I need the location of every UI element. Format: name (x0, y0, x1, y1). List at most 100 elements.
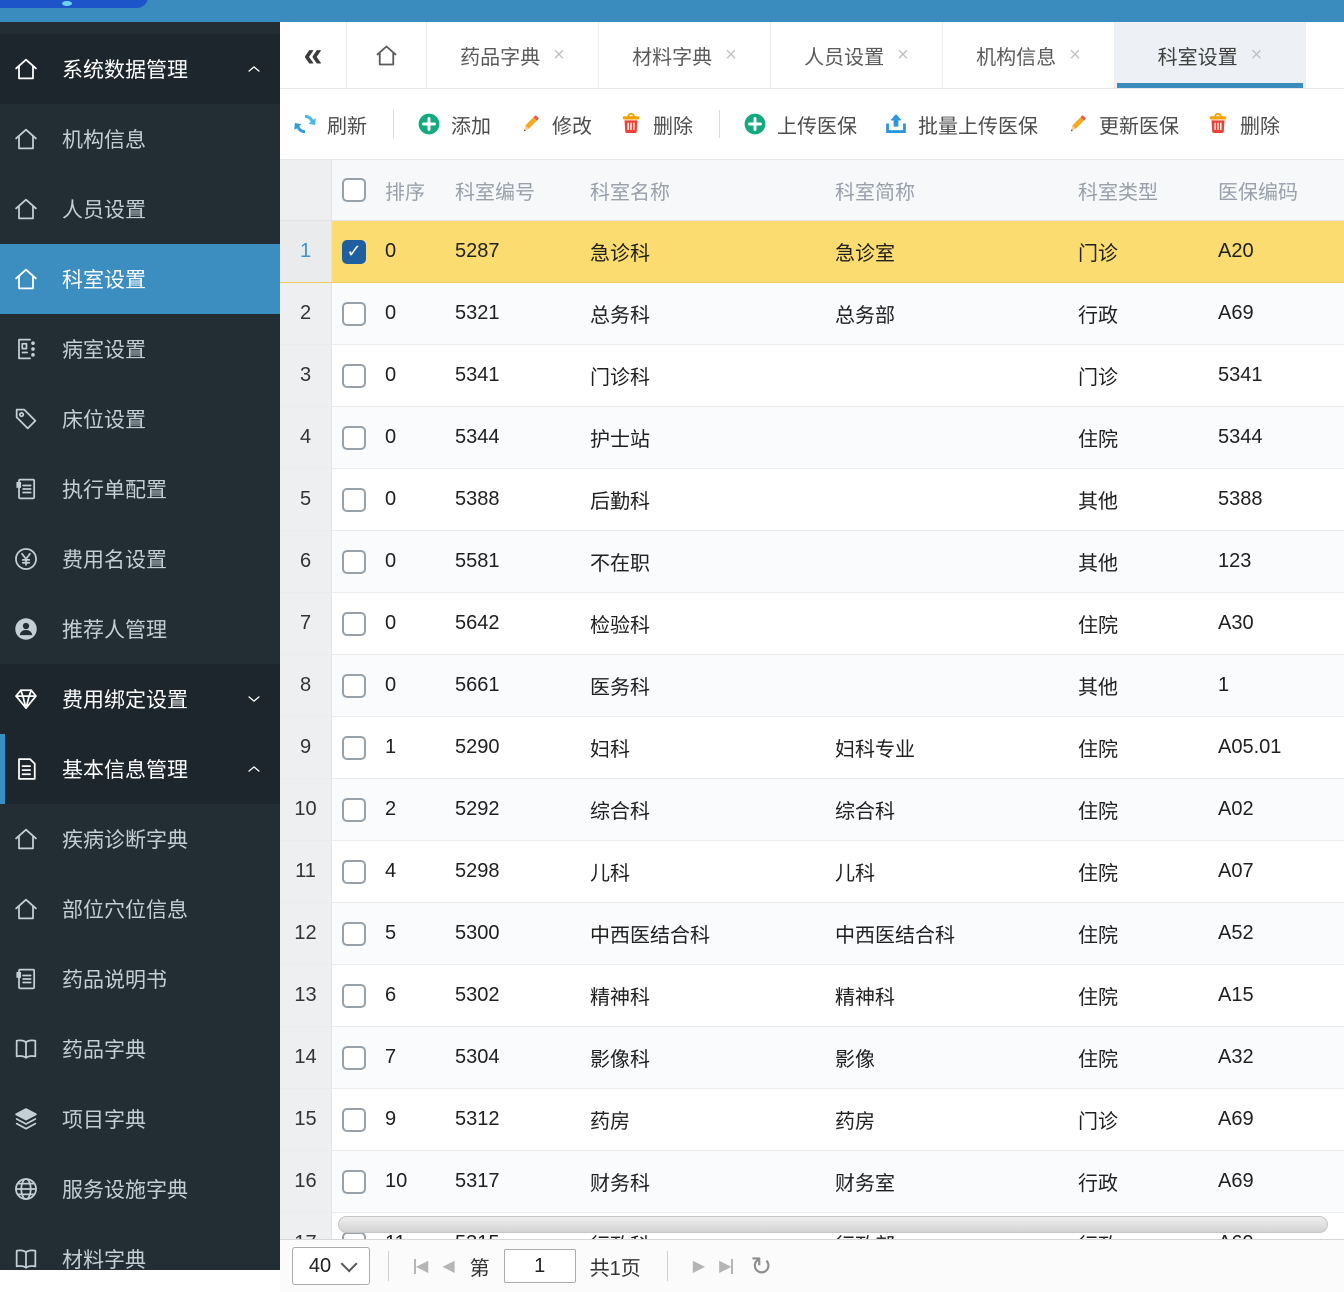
sidebar-item[interactable]: 科室设置 (0, 244, 280, 314)
row-checkbox[interactable] (342, 798, 366, 822)
first-page-button[interactable]: ◀ (414, 1256, 428, 1276)
sidebar-item[interactable]: 机构信息 (0, 104, 280, 174)
page-size-select[interactable]: 40 (292, 1247, 370, 1285)
row-checkbox[interactable] (342, 1046, 366, 1070)
table-row[interactable]: 1025292综合科综合科住院A02 (280, 779, 1344, 841)
toolbar-button[interactable]: 更新医保 (1064, 110, 1179, 139)
cell-type: 行政 (1078, 1167, 1218, 1196)
table-row[interactable]: 205321总务科总务部行政A69 (280, 283, 1344, 345)
toolbar-button[interactable]: 批量上传医保 (883, 110, 1038, 139)
sidebar-item[interactable]: 部位穴位信息 (0, 874, 280, 944)
cell-code: 5317 (455, 1170, 590, 1193)
column-header[interactable]: 科室简称 (835, 176, 1078, 205)
tab-item[interactable]: 人员设置× (771, 22, 943, 88)
cell-ins: A20 (1218, 240, 1344, 263)
chevron-up-icon (244, 759, 264, 779)
table-row[interactable]: 705642检验科住院A30 (280, 593, 1344, 655)
sidebar-item[interactable]: 推荐人管理 (0, 594, 280, 664)
column-header[interactable]: 排序 (385, 176, 455, 205)
sidebar-item[interactable]: 材料字典 (0, 1224, 280, 1270)
row-checkbox[interactable] (342, 550, 366, 574)
row-checkbox[interactable] (342, 1170, 366, 1194)
sidebar-item[interactable]: 基本信息管理 (0, 734, 280, 804)
cell-name: 检验科 (590, 609, 835, 638)
toolbar-button[interactable]: 刷新 (292, 110, 367, 139)
horizontal-scrollbar[interactable] (338, 1216, 1328, 1233)
table-row[interactable]: 915290妇科妇科专业住院A05.01 (280, 717, 1344, 779)
sidebar-item[interactable]: 费用绑定设置 (0, 664, 280, 734)
row-checkbox[interactable] (342, 922, 366, 946)
sidebar-item[interactable]: 服务设施字典 (0, 1154, 280, 1224)
collapse-tabs-button[interactable]: « (280, 22, 347, 88)
row-checkbox[interactable] (342, 612, 366, 636)
table-row[interactable]: 16105317财务科财务室行政A69 (280, 1151, 1344, 1213)
toolbar-button-label: 上传医保 (777, 110, 857, 139)
cell-type: 行政 (1078, 299, 1218, 328)
cell-sort: 0 (385, 240, 455, 263)
tab-item[interactable]: 材料字典× (599, 22, 771, 88)
sidebar-item[interactable]: 疾病诊断字典 (0, 804, 280, 874)
pager-divider (388, 1251, 389, 1281)
close-icon[interactable]: × (897, 45, 909, 65)
cell-code: 5661 (455, 674, 590, 697)
tab-item[interactable]: 药品字典× (427, 22, 599, 88)
sidebar-item[interactable]: 系统数据管理 (0, 34, 280, 104)
row-checkbox[interactable] (342, 736, 366, 760)
table-row[interactable]: 1365302精神科精神科住院A15 (280, 965, 1344, 1027)
sidebar-item[interactable]: 费用名设置 (0, 524, 280, 594)
toolbar-button[interactable]: 删除 (1205, 110, 1280, 139)
row-checkbox[interactable]: ✓ (342, 240, 366, 264)
sidebar-item[interactable]: 床位设置 (0, 384, 280, 454)
table-row[interactable]: 605581不在职其他123 (280, 531, 1344, 593)
row-checkbox[interactable] (342, 984, 366, 1008)
document-icon (12, 755, 40, 783)
sidebar-item-label: 科室设置 (62, 264, 146, 294)
row-checkbox[interactable] (342, 488, 366, 512)
close-icon[interactable]: × (553, 45, 565, 65)
column-header[interactable]: 科室类型 (1078, 176, 1218, 205)
row-checkbox[interactable] (342, 1108, 366, 1132)
cell-type: 住院 (1078, 423, 1218, 452)
sidebar-item[interactable]: 药品字典 (0, 1014, 280, 1084)
toolbar-button[interactable]: 添加 (416, 110, 491, 139)
prev-page-button[interactable]: ◀ (442, 1256, 454, 1276)
tab-item[interactable]: 机构信息× (943, 22, 1115, 88)
toolbar-button[interactable]: 删除 (618, 110, 693, 139)
tab-item[interactable]: 科室设置× (1115, 22, 1306, 88)
table-row[interactable]: 1✓05287急诊科急诊室门诊A20 (280, 221, 1344, 283)
sidebar-item[interactable]: 人员设置 (0, 174, 280, 244)
row-checkbox[interactable] (342, 302, 366, 326)
tab-home[interactable] (347, 22, 427, 88)
table-row[interactable]: 305341门诊科门诊5341 (280, 345, 1344, 407)
sidebar-item[interactable]: 药品说明书 (0, 944, 280, 1014)
close-icon[interactable]: × (725, 45, 737, 65)
page-number-input[interactable] (504, 1249, 576, 1283)
table-row[interactable]: 1255300中西医结合科中西医结合科住院A52 (280, 903, 1344, 965)
toolbar-button[interactable]: 修改 (517, 110, 592, 139)
column-header[interactable]: 医保编码 (1218, 176, 1344, 205)
row-checkbox[interactable] (342, 426, 366, 450)
table-row[interactable]: 405344护士站住院5344 (280, 407, 1344, 469)
table-row[interactable]: 1595312药房药房门诊A69 (280, 1089, 1344, 1151)
close-icon[interactable]: × (1251, 45, 1263, 65)
toolbar-button[interactable]: 上传医保 (742, 110, 857, 139)
table-row[interactable]: 1475304影像科影像住院A32 (280, 1027, 1344, 1089)
top-pill-button[interactable] (0, 0, 148, 8)
column-header[interactable]: 科室名称 (590, 176, 835, 205)
row-checkbox[interactable] (342, 860, 366, 884)
table-row[interactable]: 505388后勤科其他5388 (280, 469, 1344, 531)
last-page-button[interactable]: ▶ (719, 1256, 733, 1276)
select-all-checkbox[interactable] (342, 178, 366, 202)
close-icon[interactable]: × (1069, 45, 1081, 65)
pager-refresh-icon[interactable]: ↻ (750, 1253, 772, 1279)
sidebar-item[interactable]: 项目字典 (0, 1084, 280, 1154)
table-row[interactable]: 1145298儿科儿科住院A07 (280, 841, 1344, 903)
home-icon (12, 55, 40, 83)
row-checkbox[interactable] (342, 364, 366, 388)
column-header[interactable]: 科室编号 (455, 176, 590, 205)
next-page-button[interactable]: ▶ (693, 1256, 705, 1276)
row-checkbox[interactable] (342, 674, 366, 698)
sidebar-item[interactable]: 病室设置 (0, 314, 280, 384)
table-row[interactable]: 805661医务科其他1 (280, 655, 1344, 717)
sidebar-item[interactable]: 执行单配置 (0, 454, 280, 524)
